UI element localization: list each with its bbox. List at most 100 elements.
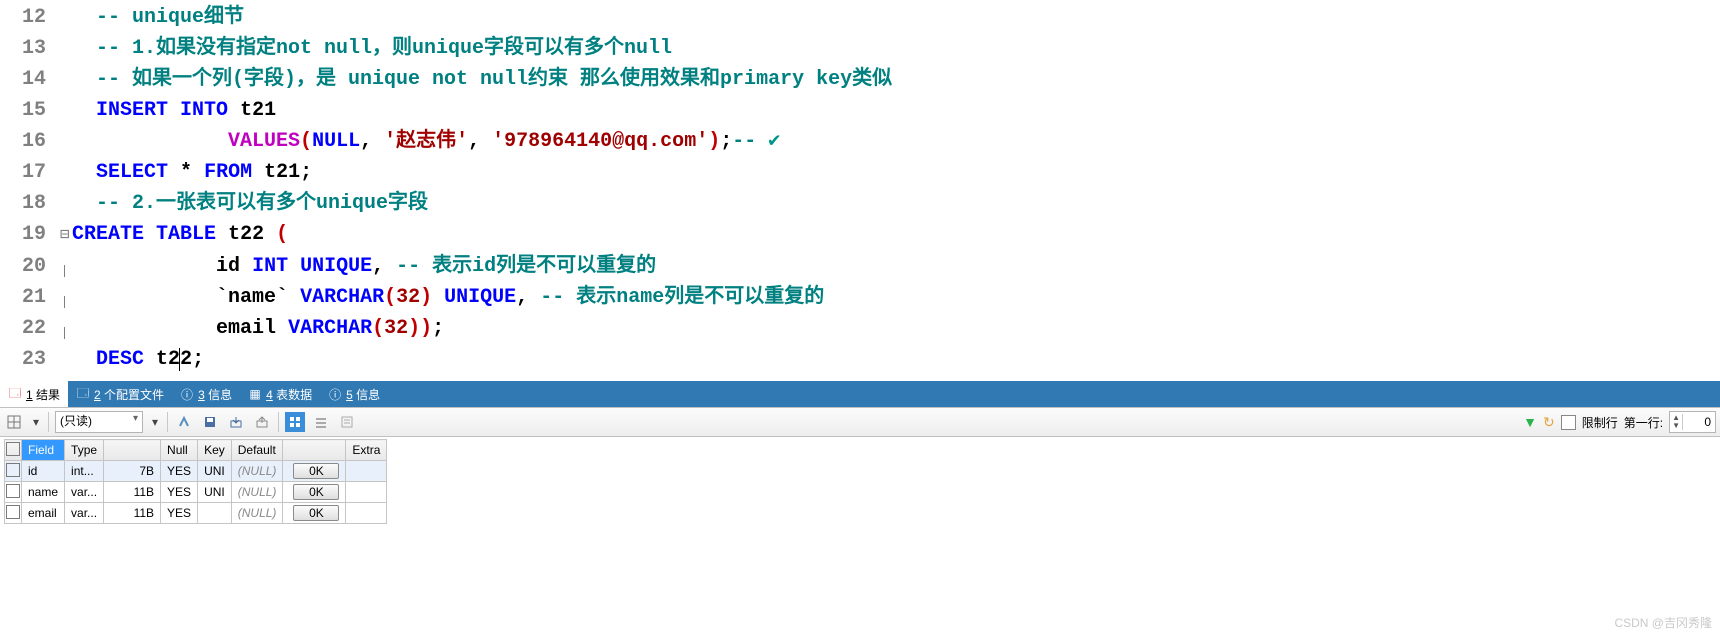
cell: 7B: [104, 461, 161, 482]
code-line[interactable]: 18 -- 2.一张表可以有多个unique字段: [0, 188, 1720, 219]
code-text[interactable]: id INT UNIQUE, -- 表示id列是不可以重复的: [72, 251, 656, 282]
save-icon[interactable]: [200, 412, 220, 432]
filter-icon[interactable]: ▼: [1523, 414, 1537, 430]
line-number: 17: [0, 157, 60, 188]
refresh-icon[interactable]: ↻: [1543, 414, 1555, 431]
cell: id: [22, 461, 65, 482]
cell: YES: [161, 503, 198, 524]
table-row[interactable]: idint...7BYESUNI(NULL)0K: [5, 461, 387, 482]
code-text[interactable]: email VARCHAR(32));: [72, 313, 444, 344]
cell: YES: [161, 482, 198, 503]
limit-rows-checkbox[interactable]: [1561, 415, 1576, 430]
column-header[interactable]: Type: [65, 440, 104, 461]
sql-editor[interactable]: 12 -- unique细节13 -- 1.如果没有指定not null，则un…: [0, 0, 1720, 381]
row-checkbox[interactable]: [5, 482, 22, 503]
cell: 0K: [283, 461, 346, 482]
line-number: 23: [0, 344, 60, 375]
cell: [346, 482, 387, 503]
code-line[interactable]: 22 email VARCHAR(32));: [0, 313, 1720, 344]
watermark: CSDN @吉冈秀隆: [1614, 614, 1712, 631]
code-text[interactable]: -- 1.如果没有指定not null，则unique字段可以有多个null: [72, 33, 672, 64]
code-line[interactable]: 12 -- unique细节: [0, 2, 1720, 33]
code-text[interactable]: -- unique细节: [72, 2, 244, 33]
tab-个配置文件[interactable]: 🗔2 个配置文件: [68, 381, 172, 407]
cell: var...: [65, 482, 104, 503]
cell: 11B: [104, 503, 161, 524]
code-line[interactable]: 16 VALUES(NULL, '赵志伟', '978964140@qq.com…: [0, 126, 1720, 157]
line-number: 15: [0, 95, 60, 126]
code-line[interactable]: 21 `name` VARCHAR(32) UNIQUE, -- 表示name列…: [0, 282, 1720, 313]
cell: [346, 503, 387, 524]
tab-结果[interactable]: 🗔1 结果: [0, 381, 68, 407]
code-text[interactable]: SELECT * FROM t21;: [72, 157, 312, 188]
code-line[interactable]: 20 id INT UNIQUE, -- 表示id列是不可以重复的: [0, 251, 1720, 282]
cell: (NULL): [231, 461, 283, 482]
code-text[interactable]: CREATE TABLE t22 (: [72, 219, 288, 250]
readonly-mode-select[interactable]: (只读): [55, 411, 143, 433]
tab-表数据[interactable]: ▦4 表数据: [240, 381, 320, 407]
code-line[interactable]: 13 -- 1.如果没有指定not null，则unique字段可以有多个nul…: [0, 33, 1720, 64]
cell: email: [22, 503, 65, 524]
info-icon: ⓘ: [180, 387, 194, 401]
code-text[interactable]: INSERT INTO t21: [72, 95, 276, 126]
line-number: 21: [0, 282, 60, 313]
table-row[interactable]: namevar...11BYESUNI(NULL)0K: [5, 482, 387, 503]
view-text-icon[interactable]: [337, 412, 357, 432]
size-button[interactable]: 0K: [293, 505, 339, 521]
cell: (NULL): [231, 482, 283, 503]
firstrow-spinner[interactable]: ▲▼ 0: [1669, 411, 1716, 433]
limit-rows-label: 限制行: [1582, 414, 1618, 431]
column-header[interactable]: [283, 440, 346, 461]
view-grid-icon[interactable]: [285, 412, 305, 432]
info2-icon: ⓘ: [328, 387, 342, 401]
cell: int...: [65, 461, 104, 482]
row-checkbox[interactable]: [5, 503, 22, 524]
tab-信息[interactable]: ⓘ5 信息: [320, 381, 388, 407]
code-text[interactable]: DESC t22;: [72, 344, 204, 375]
line-number: 13: [0, 33, 60, 64]
size-button[interactable]: 0K: [293, 484, 339, 500]
cell: YES: [161, 461, 198, 482]
row-checkbox[interactable]: [5, 461, 22, 482]
dropdown-icon[interactable]: ▾: [30, 412, 42, 432]
select-all-checkbox[interactable]: [5, 440, 22, 461]
result-grid[interactable]: FieldType NullKeyDefault Extra idint...7BYE…: [4, 439, 387, 524]
line-number: 18: [0, 188, 60, 219]
view-form-icon[interactable]: [311, 412, 331, 432]
code-line[interactable]: 19⊟CREATE TABLE t22 (: [0, 219, 1720, 251]
cell: 0K: [283, 482, 346, 503]
import-icon[interactable]: [226, 412, 246, 432]
code-line[interactable]: 23 DESC t22;: [0, 344, 1720, 375]
line-number: 14: [0, 64, 60, 95]
column-header[interactable]: Key: [198, 440, 232, 461]
code-text[interactable]: -- 2.一张表可以有多个unique字段: [72, 188, 428, 219]
code-text[interactable]: -- 如果一个列(字段)，是 unique not null约束 那么使用效果和…: [72, 64, 892, 95]
cell: 0K: [283, 503, 346, 524]
line-number: 16: [0, 126, 60, 157]
dropdown-icon[interactable]: ▾: [149, 412, 161, 432]
table-icon: ▦: [248, 387, 262, 401]
line-number: 12: [0, 2, 60, 33]
export-icon[interactable]: [252, 412, 272, 432]
fold-toggle-icon[interactable]: ⊟: [60, 220, 72, 251]
column-header[interactable]: Extra: [346, 440, 387, 461]
column-header[interactable]: [104, 440, 161, 461]
code-text[interactable]: `name` VARCHAR(32) UNIQUE, -- 表示name列是不可…: [72, 282, 824, 313]
grid-icon[interactable]: [4, 412, 24, 432]
cell: name: [22, 482, 65, 503]
column-header[interactable]: Null: [161, 440, 198, 461]
tab-信息[interactable]: ⓘ3 信息: [172, 381, 240, 407]
line-number: 19: [0, 219, 60, 250]
cell: [198, 503, 232, 524]
sort-asc-icon[interactable]: [174, 412, 194, 432]
code-line[interactable]: 14 -- 如果一个列(字段)，是 unique not null约束 那么使用…: [0, 64, 1720, 95]
code-line[interactable]: 17 SELECT * FROM t21;: [0, 157, 1720, 188]
table-row[interactable]: emailvar...11BYES(NULL)0K: [5, 503, 387, 524]
column-header[interactable]: Default: [231, 440, 283, 461]
cell: 11B: [104, 482, 161, 503]
grid2-icon: 🗔: [76, 387, 90, 401]
column-header[interactable]: Field: [22, 440, 65, 461]
code-text[interactable]: VALUES(NULL, '赵志伟', '978964140@qq.com');…: [72, 126, 780, 157]
size-button[interactable]: 0K: [293, 463, 339, 479]
code-line[interactable]: 15 INSERT INTO t21: [0, 95, 1720, 126]
